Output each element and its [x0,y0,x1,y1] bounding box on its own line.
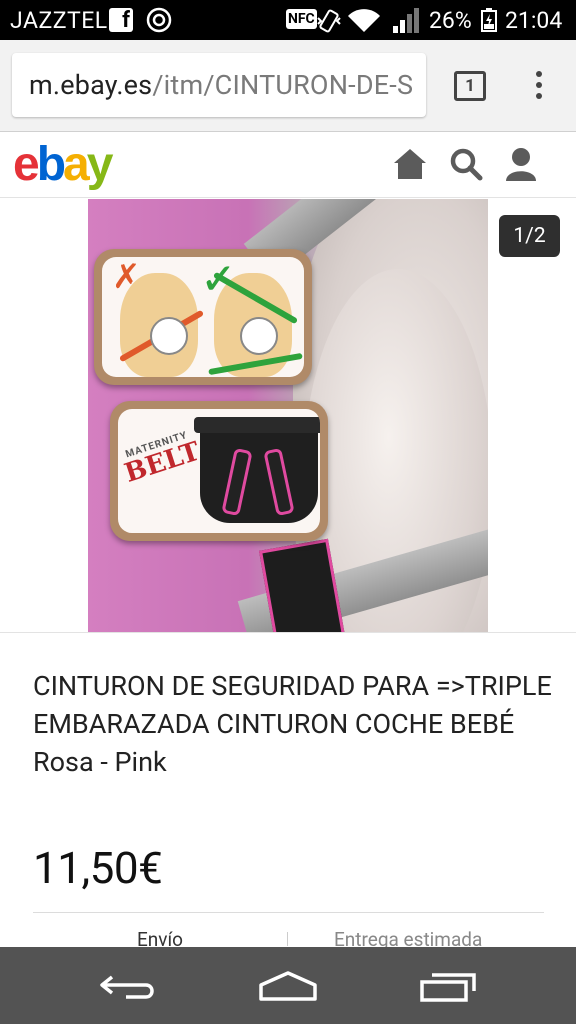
product-image[interactable]: ✗ ✓ MATERNITY BELT [88,199,488,632]
url-path: /itm/CINTURON-DE-S [152,69,414,101]
back-icon[interactable] [98,969,158,1003]
battery-icon [481,8,497,32]
url-bar[interactable]: m.ebay.es/itm/CINTURON-DE-S [12,53,426,117]
belt-product-shape [194,417,320,523]
figure-right [208,271,303,377]
user-icon[interactable] [503,146,539,182]
logo-letter-a: a [63,138,90,191]
divider [33,912,544,913]
image-gallery[interactable]: ✗ ✓ MATERNITY BELT 1/2 [0,199,576,633]
tab-switcher-button[interactable]: 1 [454,71,486,101]
home-icon[interactable] [258,969,318,1003]
overflow-menu-icon[interactable] [530,68,548,104]
battery-percent: 26% [429,7,472,34]
tab-separator [287,932,288,946]
logo-letter-e: e [13,138,40,191]
listing-price: 11,50€ [33,842,163,894]
camera-notification-icon [146,7,172,33]
maternity-belt-logo: MATERNITY BELT [118,428,204,489]
carrier-name: JAZZTEL [10,7,108,34]
clock: 21:04 [505,7,563,34]
image-counter: 1/2 [499,215,560,257]
figure-wrong [118,273,205,377]
site-header: ebay [0,132,576,198]
screen: JAZZTEL f NFC 26% 21:04 m.ebay.es/itm/CI… [0,0,576,1024]
logo-letter-b: b [36,138,66,191]
status-bar: JAZZTEL f NFC 26% 21:04 [0,0,576,40]
navigation-bar [0,947,576,1024]
url-text: m.ebay.es/itm/CINTURON-DE-S [29,69,413,101]
product-panel: MATERNITY BELT [110,401,328,541]
ebay-logo[interactable]: ebay [13,138,114,191]
nfc-icon: NFC [286,9,317,29]
listing-title: CINTURON DE SEGURIDAD PARA =>TRIPLE EMBA… [33,670,552,778]
facebook-icon: f [109,8,133,33]
comparison-panel: ✗ ✓ [94,249,312,385]
url-host: m.ebay.es [29,69,153,101]
signal-icon [393,8,419,33]
search-icon[interactable] [448,146,484,182]
wifi-icon [348,9,380,32]
browser-toolbar: m.ebay.es/itm/CINTURON-DE-S 1 [0,40,576,132]
vibrate-icon [317,9,341,33]
recents-icon[interactable] [418,969,478,1003]
logo-letter-y: y [86,138,114,191]
home-icon[interactable] [392,146,428,182]
